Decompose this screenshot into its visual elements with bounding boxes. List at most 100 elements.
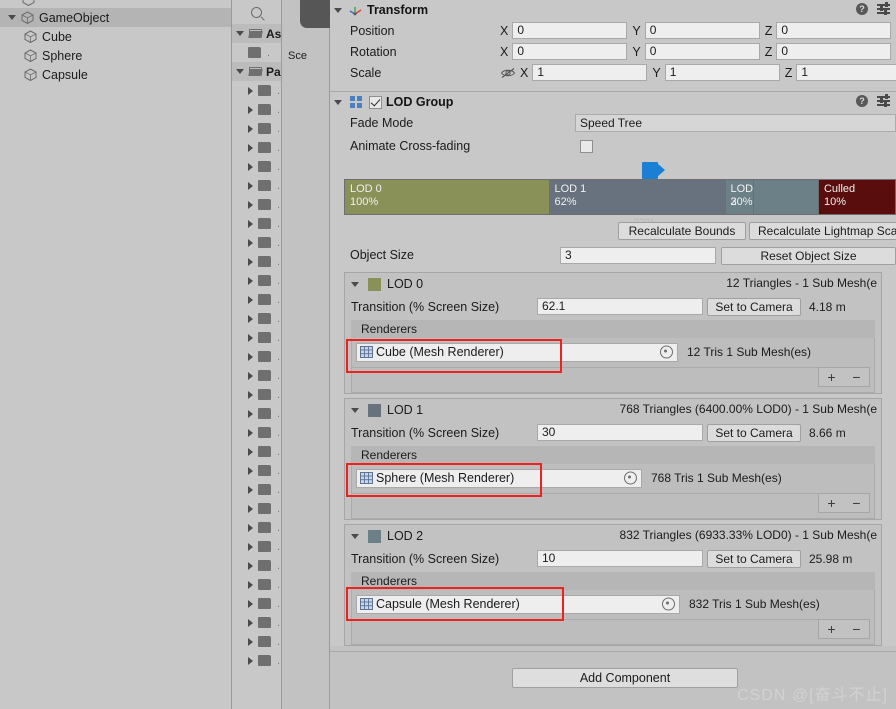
project-row-item[interactable]: . bbox=[232, 575, 281, 594]
lod-bar[interactable]: LOD 0 100% LOD 1 62% LOD 2 30% Culled 10… bbox=[344, 179, 896, 215]
project-row-item[interactable]: . bbox=[232, 309, 281, 328]
lod-level-header[interactable]: LOD 2 832 Triangles (6933.33% LOD0) - 1 … bbox=[345, 525, 881, 547]
chevron-down-icon[interactable] bbox=[236, 31, 244, 36]
project-row-item[interactable]: . bbox=[232, 518, 281, 537]
project-row-item[interactable]: . bbox=[232, 233, 281, 252]
project-row-item[interactable]: . bbox=[232, 537, 281, 556]
fade-mode-dropdown[interactable]: Speed Tree bbox=[574, 114, 896, 132]
lod-bar-segment-lod0[interactable]: LOD 0 100% bbox=[345, 180, 549, 214]
chevron-down-icon[interactable] bbox=[236, 69, 244, 74]
chevron-right-icon[interactable] bbox=[248, 162, 253, 171]
transition-input[interactable]: 62.1 bbox=[537, 298, 703, 315]
project-row-item[interactable]: . bbox=[232, 119, 281, 138]
chevron-right-icon[interactable] bbox=[248, 181, 253, 190]
project-row-item[interactable]: . bbox=[232, 366, 281, 385]
project-row-item[interactable]: . bbox=[232, 214, 281, 233]
rotation-z-input[interactable]: 0 bbox=[776, 43, 892, 60]
add-renderer-button[interactable]: + bbox=[827, 495, 835, 511]
project-row-item[interactable]: . bbox=[232, 157, 281, 176]
animate-cross-fading-checkbox[interactable] bbox=[580, 139, 593, 153]
project-row-item[interactable]: . bbox=[232, 100, 281, 119]
chevron-right-icon[interactable] bbox=[248, 352, 253, 361]
lod-level-header[interactable]: LOD 0 12 Triangles - 1 Sub Mesh(e bbox=[345, 273, 881, 295]
hierarchy-item-sphere[interactable]: Sphere bbox=[0, 46, 231, 65]
transition-input[interactable]: 30 bbox=[537, 424, 703, 441]
chevron-right-icon[interactable] bbox=[248, 504, 253, 513]
chevron-right-icon[interactable] bbox=[248, 580, 253, 589]
chevron-right-icon[interactable] bbox=[248, 219, 253, 228]
project-row-item[interactable]: . bbox=[232, 138, 281, 157]
chevron-right-icon[interactable] bbox=[248, 466, 253, 475]
chevron-right-icon[interactable] bbox=[248, 314, 253, 323]
object-picker-icon[interactable] bbox=[624, 471, 637, 485]
project-search-input[interactable] bbox=[232, 0, 281, 24]
remove-renderer-button[interactable]: − bbox=[852, 495, 860, 511]
object-picker-icon[interactable] bbox=[662, 597, 675, 611]
project-row-item[interactable]: . bbox=[232, 651, 281, 670]
project-row-item[interactable]: . bbox=[232, 461, 281, 480]
scale-z-input[interactable]: 1 bbox=[796, 64, 896, 81]
chevron-right-icon[interactable] bbox=[248, 618, 253, 627]
constrain-proportions-off-icon[interactable] bbox=[500, 67, 516, 79]
chevron-right-icon[interactable] bbox=[248, 485, 253, 494]
add-renderer-button[interactable]: + bbox=[827, 369, 835, 385]
project-row-item[interactable]: . bbox=[232, 252, 281, 271]
recalculate-lightmap-scale-button[interactable]: Recalculate Lightmap Sca bbox=[749, 222, 896, 240]
add-component-button[interactable]: Add Component bbox=[512, 668, 738, 688]
project-row-item[interactable]: . bbox=[232, 613, 281, 632]
project-row-item[interactable]: . bbox=[232, 195, 281, 214]
project-row-item[interactable]: . bbox=[232, 480, 281, 499]
project-row-item[interactable]: . bbox=[232, 271, 281, 290]
chevron-right-icon[interactable] bbox=[248, 390, 253, 399]
chevron-right-icon[interactable] bbox=[248, 409, 253, 418]
chevron-right-icon[interactable] bbox=[248, 599, 253, 608]
lod-bar-segment-lod1[interactable]: LOD 1 62% bbox=[548, 180, 725, 214]
lod-bar-segment-lod2[interactable]: LOD 2 30% bbox=[724, 180, 754, 214]
chevron-right-icon[interactable] bbox=[248, 276, 253, 285]
settings-icon[interactable] bbox=[877, 94, 890, 107]
chevron-down-icon[interactable] bbox=[8, 15, 16, 20]
project-row-item[interactable]: . bbox=[232, 423, 281, 442]
tab-scene[interactable]: Sce bbox=[288, 50, 307, 62]
chevron-right-icon[interactable] bbox=[248, 656, 253, 665]
object-picker-icon[interactable] bbox=[660, 345, 673, 359]
project-row-item[interactable]: . bbox=[232, 442, 281, 461]
chevron-right-icon[interactable] bbox=[248, 542, 253, 551]
reset-object-size-button[interactable]: Reset Object Size bbox=[721, 247, 896, 265]
project-row-item[interactable]: . bbox=[232, 499, 281, 518]
lod-level-header[interactable]: LOD 1 768 Triangles (6400.00% LOD0) - 1 … bbox=[345, 399, 881, 421]
chevron-right-icon[interactable] bbox=[248, 447, 253, 456]
settings-icon[interactable] bbox=[877, 2, 890, 15]
position-z-input[interactable]: 0 bbox=[776, 22, 892, 39]
project-row-item[interactable]: . bbox=[232, 81, 281, 100]
chevron-down-icon[interactable] bbox=[351, 407, 359, 413]
chevron-down-icon[interactable] bbox=[351, 281, 359, 287]
chevron-right-icon[interactable] bbox=[248, 371, 253, 380]
chevron-down-icon[interactable] bbox=[334, 7, 342, 13]
chevron-right-icon[interactable] bbox=[248, 200, 253, 209]
chevron-right-icon[interactable] bbox=[248, 333, 253, 342]
renderer-object-field[interactable]: Capsule (Mesh Renderer) bbox=[356, 594, 680, 614]
project-row-item[interactable]: . bbox=[232, 385, 281, 404]
chevron-right-icon[interactable] bbox=[248, 295, 253, 304]
project-row-packages[interactable]: Pa bbox=[232, 62, 281, 81]
chevron-right-icon[interactable] bbox=[248, 561, 253, 570]
chevron-right-icon[interactable] bbox=[248, 86, 253, 95]
recalculate-bounds-button[interactable]: Recalculate Bounds bbox=[618, 222, 746, 240]
hierarchy-item-cube[interactable]: Cube bbox=[0, 27, 231, 46]
help-icon[interactable]: ? bbox=[856, 95, 868, 107]
project-row-item[interactable]: . bbox=[232, 632, 281, 651]
project-row-item[interactable]: . bbox=[232, 347, 281, 366]
rotation-y-input[interactable]: 0 bbox=[644, 43, 760, 60]
help-icon[interactable]: ? bbox=[856, 3, 868, 15]
add-renderer-button[interactable]: + bbox=[827, 621, 835, 637]
chevron-right-icon[interactable] bbox=[248, 238, 253, 247]
project-row-item[interactable]: . bbox=[232, 43, 281, 62]
position-x-input[interactable]: 0 bbox=[512, 22, 628, 39]
set-to-camera-button[interactable]: Set to Camera bbox=[707, 549, 801, 568]
project-row-item[interactable]: . bbox=[232, 594, 281, 613]
hierarchy-item-capsule[interactable]: Capsule bbox=[0, 65, 231, 84]
renderer-object-field[interactable]: Sphere (Mesh Renderer) bbox=[356, 468, 642, 488]
project-row-item[interactable]: . bbox=[232, 176, 281, 195]
remove-renderer-button[interactable]: − bbox=[852, 369, 860, 385]
